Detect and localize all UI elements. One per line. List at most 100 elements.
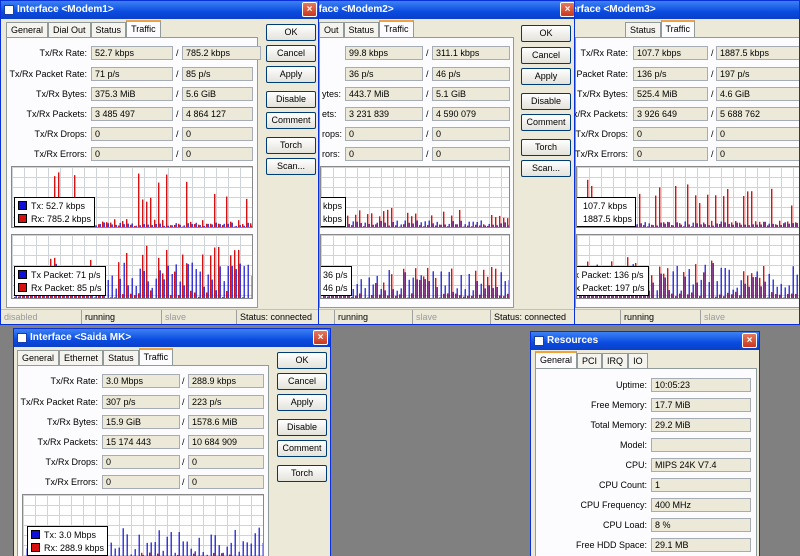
tx-bar	[652, 282, 654, 298]
torch-button[interactable]: Torch	[277, 465, 327, 482]
modem1-titlebar[interactable]: Interface <Modem1> ×	[1, 1, 319, 19]
apply-button[interactable]: Apply	[277, 394, 327, 411]
rx-bar	[743, 271, 745, 298]
tab-status[interactable]: Status	[103, 350, 139, 365]
rx-bar	[242, 297, 244, 298]
rx-bar	[667, 221, 669, 227]
rx-bar	[771, 188, 773, 227]
rx-bar	[703, 272, 705, 298]
tab-general[interactable]: General	[17, 350, 60, 365]
free-hdd-space-value: 29.1 MB	[651, 538, 751, 552]
separator: /	[711, 69, 714, 79]
tx-bar	[151, 287, 153, 298]
torch-button[interactable]: Torch	[521, 139, 571, 156]
apply-button[interactable]: Apply	[521, 68, 571, 85]
apply-button[interactable]: Apply	[266, 66, 316, 83]
saida-mk-traffic-panel: Tx/Rx Rate: 3.0 Mbps / 288.9 kbps Tx/Rx …	[17, 365, 269, 556]
tx-bar	[452, 221, 454, 227]
cancel-button[interactable]: Cancel	[277, 373, 327, 390]
rx-bar	[479, 225, 481, 227]
tx-bar	[211, 224, 213, 227]
tab-traffic[interactable]: Traffic	[379, 20, 414, 37]
modem2-titlebar[interactable]: Interface <Modem2> ×	[319, 1, 577, 19]
rx-bar	[779, 220, 781, 227]
tx-errors-field: 0	[345, 147, 423, 161]
tx-bar	[99, 223, 101, 227]
status-running: running	[620, 310, 700, 324]
tx-rate-field: 3.0 Mbps	[102, 374, 180, 388]
legend-tx-packet: Tx Packet: 71 p/s	[31, 269, 101, 280]
rx-bar	[459, 295, 461, 298]
tab-traffic[interactable]: Traffic	[126, 20, 161, 37]
resources-titlebar[interactable]: Resources ×	[531, 332, 759, 350]
tx-bar	[488, 285, 490, 298]
legend-tx-packet: Tx Packet: 136 p/s	[576, 269, 644, 280]
tab-status[interactable]: Status	[90, 22, 127, 37]
saida-mk-titlebar[interactable]: Interface <Saida MK> ×	[14, 329, 330, 347]
tx-bar	[178, 532, 180, 556]
tab-dial-out[interactable]: Dial Out	[48, 22, 91, 37]
tx-errors-field: 0	[633, 147, 708, 161]
tab-dial-out[interactable]: Out	[319, 22, 344, 37]
tx-bar	[484, 225, 486, 227]
total-memory-value: 29.2 MiB	[651, 418, 751, 432]
ok-button[interactable]: OK	[266, 24, 316, 41]
rx-bar	[178, 223, 180, 227]
tx-bar	[215, 222, 217, 227]
rx-bar	[202, 254, 204, 298]
close-icon[interactable]: ×	[742, 333, 757, 348]
torch-button[interactable]: Torch	[266, 137, 316, 154]
modem3-titlebar[interactable]: Interface <Modem3>	[575, 1, 799, 19]
tab-general[interactable]: General	[6, 22, 49, 37]
rx-bar	[507, 293, 509, 298]
tab-traffic[interactable]: Traffic	[138, 348, 174, 365]
tab-status[interactable]: Status	[343, 22, 380, 37]
tab-io[interactable]: IO	[628, 353, 648, 368]
tab-irq[interactable]: IRQ	[602, 353, 629, 368]
tx-bar	[760, 286, 762, 298]
modem3-window: Interface <Modem3> Status Traffic Tx/Rx …	[574, 0, 800, 325]
rx-bar	[671, 225, 673, 227]
scan-button[interactable]: Scan...	[266, 158, 316, 175]
close-icon[interactable]: ×	[313, 330, 328, 345]
tab-pci[interactable]: PCI	[577, 353, 603, 368]
scan-button[interactable]: Scan...	[521, 160, 571, 177]
tx-bar	[376, 222, 378, 227]
comment-button[interactable]: Comment	[521, 114, 571, 131]
cancel-button[interactable]: Cancel	[266, 45, 316, 62]
close-icon[interactable]: ×	[302, 2, 317, 17]
rx-bar	[763, 221, 765, 227]
comment-button[interactable]: Comment	[277, 440, 327, 457]
tab-general[interactable]: General	[535, 351, 578, 368]
close-icon[interactable]: ×	[560, 2, 575, 17]
modem3-status-bar: running slave	[575, 309, 799, 324]
disable-button[interactable]: Disable	[521, 93, 571, 110]
rx-bar	[483, 224, 485, 227]
disable-button[interactable]: Disable	[277, 419, 327, 436]
rx-bar	[659, 266, 661, 298]
tx-bar	[488, 223, 490, 227]
disable-button[interactable]: Disable	[266, 91, 316, 108]
tab-ethernet[interactable]: Ethernet	[59, 350, 104, 365]
modem2-title: Interface <Modem2>	[318, 4, 394, 15]
tab-traffic[interactable]: Traffic	[660, 20, 696, 37]
rx-bar	[471, 226, 473, 227]
packet-graph: 36 p/s 46 p/s	[320, 234, 510, 299]
rx-bar	[743, 196, 745, 227]
tx-bar	[420, 222, 422, 227]
ok-button[interactable]: OK	[521, 25, 571, 42]
rx-bar	[699, 295, 701, 298]
tab-status[interactable]: Status	[625, 22, 661, 37]
separator: /	[711, 89, 714, 99]
tx-bytes-field: 375.3 MiB	[91, 87, 173, 101]
rx-bar	[134, 226, 136, 227]
rx-bar	[447, 226, 449, 227]
rx-bar	[755, 277, 757, 298]
ok-button[interactable]: OK	[277, 352, 327, 369]
cancel-button[interactable]: Cancel	[521, 47, 571, 64]
rx-bar	[443, 293, 445, 298]
tx-bar	[203, 286, 205, 298]
tx-bar	[432, 223, 434, 227]
cpu-load-label: CPU Load:	[602, 520, 647, 530]
comment-button[interactable]: Comment	[266, 112, 316, 129]
